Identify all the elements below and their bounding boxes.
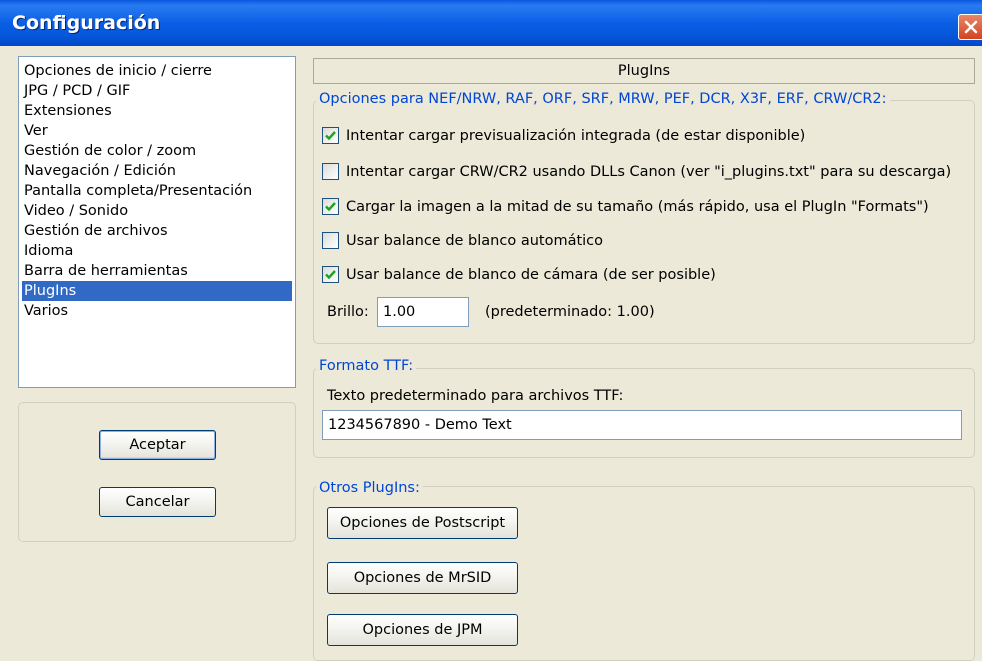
category-item-toolbar[interactable]: Barra de herramientas (22, 261, 292, 281)
checkbox-label: Usar balance de blanco de cámara (de ser… (346, 267, 716, 283)
category-list[interactable]: Opciones de inicio / cierre JPG / PCD / … (18, 56, 296, 388)
check-icon (325, 202, 336, 212)
brightness-default-hint: (predeterminado: 1.00) (485, 304, 655, 320)
category-item-jpg[interactable]: JPG / PCD / GIF (22, 81, 292, 101)
close-icon (964, 20, 978, 34)
category-item-extensions[interactable]: Extensiones (22, 101, 292, 121)
category-item-files[interactable]: Gestión de archivos (22, 221, 292, 241)
category-item-plugins[interactable]: PlugIns (22, 281, 292, 301)
category-item-fullscreen[interactable]: Pantalla completa/Presentación (22, 181, 292, 201)
cancel-button[interactable]: Cancelar (99, 487, 216, 517)
postscript-options-button[interactable]: Opciones de Postscript (327, 507, 518, 539)
checkbox[interactable] (322, 266, 339, 283)
checkbox[interactable] (322, 127, 339, 144)
ok-button[interactable]: Aceptar (99, 430, 216, 460)
checkbox[interactable] (322, 163, 339, 180)
checkbox[interactable] (322, 198, 339, 215)
panel-title: PlugIns (313, 58, 975, 84)
category-item-color-zoom[interactable]: Gestión de color / zoom (22, 141, 292, 161)
checkbox-label: Cargar la imagen a la mitad de su tamaño… (346, 199, 929, 215)
jpm-options-button[interactable]: Opciones de JPM (327, 614, 518, 646)
category-item-misc[interactable]: Varios (22, 301, 292, 321)
ttf-legend: Formato TTF: (316, 357, 417, 375)
category-item-video-sound[interactable]: Video / Sonido (22, 201, 292, 221)
title-bar[interactable]: Configuración (0, 0, 982, 46)
brightness-input[interactable]: 1.00 (377, 297, 469, 327)
checkbox[interactable] (322, 232, 339, 249)
settings-dialog: Configuración Opciones de inicio / cierr… (0, 0, 982, 661)
actions-group (18, 402, 296, 542)
check-icon (325, 270, 336, 280)
ttf-text-label: Texto predeterminado para archivos TTF: (327, 388, 624, 404)
mrsid-options-button[interactable]: Opciones de MrSID (327, 562, 518, 594)
category-item-view[interactable]: Ver (22, 121, 292, 141)
raw-options-legend: Opciones para NEF/NRW, RAF, ORF, SRF, MR… (316, 90, 890, 108)
check-icon (325, 131, 336, 141)
brightness-label: Brillo: (327, 304, 369, 320)
category-item-language[interactable]: Idioma (22, 241, 292, 261)
close-button[interactable] (958, 14, 982, 40)
checkbox-label: Intentar cargar CRW/CR2 usando DLLs Cano… (346, 164, 952, 180)
checkbox-label: Intentar cargar previsualización integra… (346, 128, 806, 144)
category-item-navigation[interactable]: Navegación / Edición (22, 161, 292, 181)
other-plugins-legend: Otros PlugIns: (316, 479, 423, 497)
window-title: Configuración (12, 12, 161, 34)
category-item-startup[interactable]: Opciones de inicio / cierre (22, 61, 292, 81)
checkbox-label: Usar balance de blanco automático (346, 233, 604, 249)
ttf-text-input[interactable]: 1234567890 - Demo Text (322, 410, 962, 440)
